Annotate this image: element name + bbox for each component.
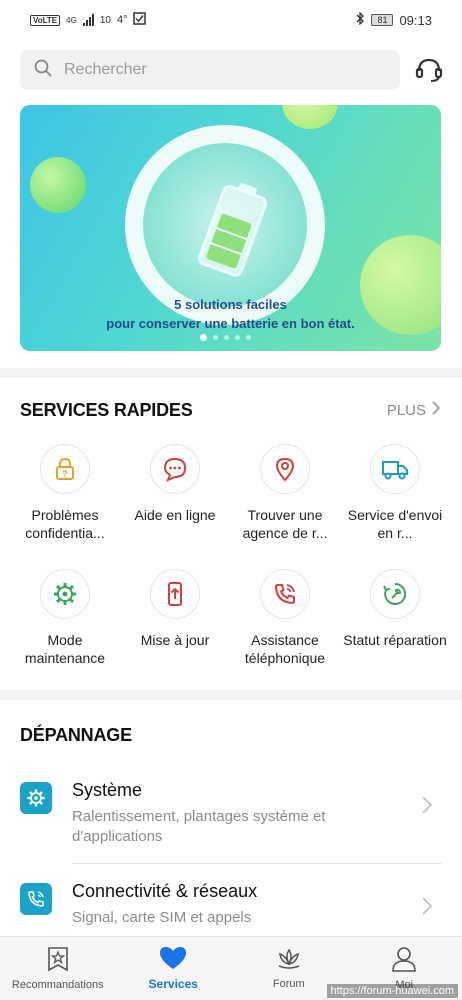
search-input[interactable] (64, 61, 364, 79)
section-divider (0, 368, 462, 378)
headset-support-icon[interactable] (412, 53, 446, 87)
nav-label: Recommandations (11, 979, 104, 991)
phone-call-icon (260, 569, 310, 619)
service-shipping[interactable]: Service d'envoi en r... (340, 444, 450, 542)
heart-icon (159, 946, 187, 973)
troubleshooting-section-title: DÉPANNAGE (20, 725, 132, 745)
carousel-dots (200, 334, 251, 341)
location-pin-icon (260, 444, 310, 494)
truck-icon (370, 444, 420, 494)
checkbox-notification-icon (133, 12, 147, 28)
carousel-dot[interactable] (235, 335, 240, 340)
decor-ball (282, 105, 338, 129)
search-box[interactable] (20, 50, 400, 90)
battery-illustration-icon (198, 183, 268, 277)
nav-recommendations[interactable]: Recommandations (0, 937, 116, 1000)
gear-icon (20, 782, 52, 814)
service-label: Trouver une agence de r... (242, 507, 328, 541)
section-divider (0, 690, 462, 700)
nav-services[interactable]: Services (116, 937, 232, 1000)
service-label: Problèmes confidentia... (25, 507, 105, 541)
service-label: Aide en ligne (134, 507, 216, 523)
volte-indicator: VoLTE (30, 14, 61, 26)
chevron-right-icon (422, 796, 442, 819)
item-subtitle: Ralentissement, plantages système et d'a… (72, 808, 326, 845)
phone-update-icon (150, 569, 200, 619)
chevron-right-icon (422, 897, 442, 920)
item-title: Système (72, 780, 143, 800)
bluetooth-icon (355, 11, 365, 28)
network-type: 4G (66, 15, 77, 25)
clock: 09:13 (399, 12, 432, 28)
carousel-dot[interactable] (213, 335, 218, 340)
service-label: Mise à jour (140, 632, 210, 648)
more-label: PLUS (386, 401, 426, 419)
service-label: Statut réparation (343, 632, 447, 648)
service-maintenance-mode[interactable]: Mode maintenance (10, 569, 120, 667)
lock-question-icon: ? (40, 444, 90, 494)
service-online-help[interactable]: Aide en ligne (120, 444, 230, 542)
banner-headline: 5 solutions faciles (174, 297, 287, 312)
service-update[interactable]: Mise à jour (120, 569, 230, 667)
service-phone-assistance[interactable]: Assistance téléphonique (230, 569, 340, 667)
signal-icon (82, 14, 94, 26)
status-bar: VoLTE 4G 10 4° 81 09:13 (0, 0, 462, 40)
carousel-dot[interactable] (200, 334, 207, 341)
phone-call-icon (20, 883, 52, 915)
list-divider (72, 863, 442, 864)
service-label: Mode maintenance (24, 632, 106, 666)
person-icon (391, 946, 417, 975)
troubleshoot-item-connectivity[interactable]: Connectivité & réseaux Signal, carte SIM… (0, 881, 462, 928)
carousel-dot[interactable] (224, 335, 229, 340)
service-privacy-problems[interactable]: ? Problèmes confidentia... (10, 444, 120, 542)
service-repair-status[interactable]: Statut réparation (340, 569, 450, 667)
decor-ball (30, 157, 86, 213)
temperature: 4° (116, 14, 128, 26)
service-label: Service d'envoi en r... (347, 507, 443, 541)
nav-label: Forum (272, 978, 305, 990)
services-grid: Mode maintenance Mise à jour Assistance … (10, 569, 452, 667)
battery-indicator: 81 (371, 14, 394, 26)
search-row (20, 50, 450, 90)
banner-subline: pour conserver une batterie en bon état. (106, 316, 355, 331)
data-rate: 10 (99, 14, 111, 26)
chat-bubble-icon (150, 444, 200, 494)
more-services-link[interactable]: PLUS (386, 401, 441, 419)
nav-label: Services (148, 977, 198, 991)
item-subtitle: Signal, carte SIM et appels (72, 909, 252, 926)
lotus-icon (275, 947, 303, 974)
services-grid: ? Problèmes confidentia... Aide en ligne… (10, 444, 452, 542)
chevron-right-icon (432, 401, 441, 419)
svg-text:?: ? (62, 469, 68, 479)
gear-wrench-icon (40, 569, 90, 619)
watermark: https://forum-huawei.com (326, 984, 458, 998)
service-label: Assistance téléphonique (244, 632, 326, 666)
carousel-dot[interactable] (246, 335, 251, 340)
item-title: Connectivité & réseaux (72, 881, 258, 901)
services-section-title: SERVICES RAPIDES (20, 400, 193, 420)
troubleshoot-item-system[interactable]: Système Ralentissement, plantages systèm… (0, 780, 462, 847)
repair-status-icon (370, 569, 420, 619)
star-badge-icon (46, 946, 70, 975)
search-icon (34, 59, 52, 82)
promo-banner[interactable]: 5 solutions faciles pour conserver une b… (20, 105, 441, 351)
service-find-store[interactable]: Trouver une agence de r... (230, 444, 340, 542)
